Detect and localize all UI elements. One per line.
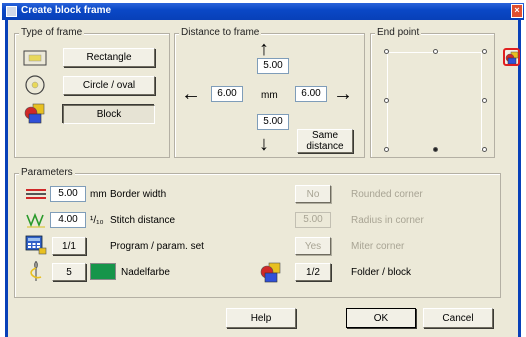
distance-unit-label: mm [261, 90, 278, 101]
folder-block-icon [260, 262, 281, 283]
block-button[interactable]: Block [63, 105, 155, 124]
folder-block-button[interactable]: 1/2 [295, 263, 331, 281]
end-point-title: End point [375, 27, 422, 38]
end-point-middle-left[interactable] [384, 98, 389, 103]
rounded-corner-button[interactable]: No [295, 185, 331, 203]
needle-color-button[interactable]: 5 [52, 263, 86, 281]
distance-right-input[interactable]: 6.00 [295, 86, 327, 102]
title-bar: Create block frame × [2, 3, 524, 20]
distance-left-input[interactable]: 6.00 [211, 86, 243, 102]
radius-in-corner-input[interactable]: 5.00 [295, 212, 331, 228]
program-calculator-icon [25, 235, 47, 255]
needle-color-label: Nadelfarbe [121, 267, 170, 278]
program-button[interactable]: 1/1 [52, 237, 86, 255]
distance-to-frame-group: Distance to frame ↑ 5.00 ← 6.00 mm 6.00 … [174, 27, 365, 158]
end-point-bottom-left[interactable] [384, 147, 389, 152]
same-distance-button[interactable]: Same distance [297, 129, 353, 153]
distance-to-frame-title: Distance to frame [179, 27, 262, 38]
stitch-distance-input[interactable]: 4.00 [50, 212, 86, 228]
border-width-input[interactable]: 5.00 [50, 186, 86, 202]
end-point-group: End point [370, 27, 495, 158]
arrow-up-icon: ↑ [259, 38, 269, 60]
folder-block-label: Folder / block [351, 267, 412, 278]
cancel-button[interactable]: Cancel [423, 308, 493, 328]
end-point-top-left[interactable] [384, 49, 389, 54]
distance-top-input[interactable]: 5.00 [257, 58, 289, 74]
end-point-top-right[interactable] [482, 49, 487, 54]
dialog-client: Type of frame Rectangle Circle / oval Bl… [5, 20, 521, 337]
block-shape-tool-button[interactable] [503, 48, 520, 66]
app-icon [6, 6, 17, 17]
type-of-frame-title: Type of frame [19, 27, 85, 38]
radius-in-corner-label: Radius in corner [351, 215, 424, 226]
ok-button[interactable]: OK [346, 308, 416, 328]
stitch-distance-unit: ¹/₁₀ [90, 215, 104, 226]
distance-bottom-input[interactable]: 5.00 [257, 114, 289, 130]
stitch-distance-icon [26, 212, 45, 228]
rounded-corner-label: Rounded corner [351, 189, 423, 200]
end-point-bottom-center[interactable] [433, 147, 438, 152]
border-width-label: Border width [110, 189, 167, 200]
window-title: Create block frame [21, 5, 112, 16]
arrow-left-icon: ← [181, 83, 201, 105]
circle-oval-button[interactable]: Circle / oval [63, 76, 155, 95]
miter-corner-label: Miter corner [351, 241, 405, 252]
parameters-title: Parameters [19, 167, 75, 178]
end-point-bottom-right[interactable] [482, 147, 487, 152]
block-shapes-icon [24, 103, 45, 124]
border-width-icon [26, 189, 46, 199]
parameters-group: Parameters 5.00 mm Border width No Round… [14, 167, 501, 298]
end-point-top-center[interactable] [433, 49, 438, 54]
close-button[interactable]: × [511, 4, 523, 18]
rectangle-icon [23, 50, 47, 66]
program-label: Program / param. set [110, 241, 204, 252]
end-point-middle-right[interactable] [482, 98, 487, 103]
miter-corner-button[interactable]: Yes [295, 237, 331, 255]
dialog-window: Create block frame × Type of frame Recta… [0, 0, 526, 337]
block-shapes-icon [505, 51, 519, 64]
rectangle-button[interactable]: Rectangle [63, 48, 155, 67]
stitch-distance-label: Stitch distance [110, 215, 176, 226]
help-button[interactable]: Help [226, 308, 296, 328]
circle-icon [25, 75, 45, 95]
needle-icon [30, 261, 42, 281]
arrow-right-icon: → [333, 83, 353, 105]
needle-color-swatch[interactable] [90, 263, 116, 280]
end-point-frame-outline [387, 52, 482, 150]
type-of-frame-group: Type of frame Rectangle Circle / oval Bl… [14, 27, 170, 158]
arrow-down-icon: ↓ [259, 133, 269, 155]
border-width-unit: mm [90, 189, 107, 200]
